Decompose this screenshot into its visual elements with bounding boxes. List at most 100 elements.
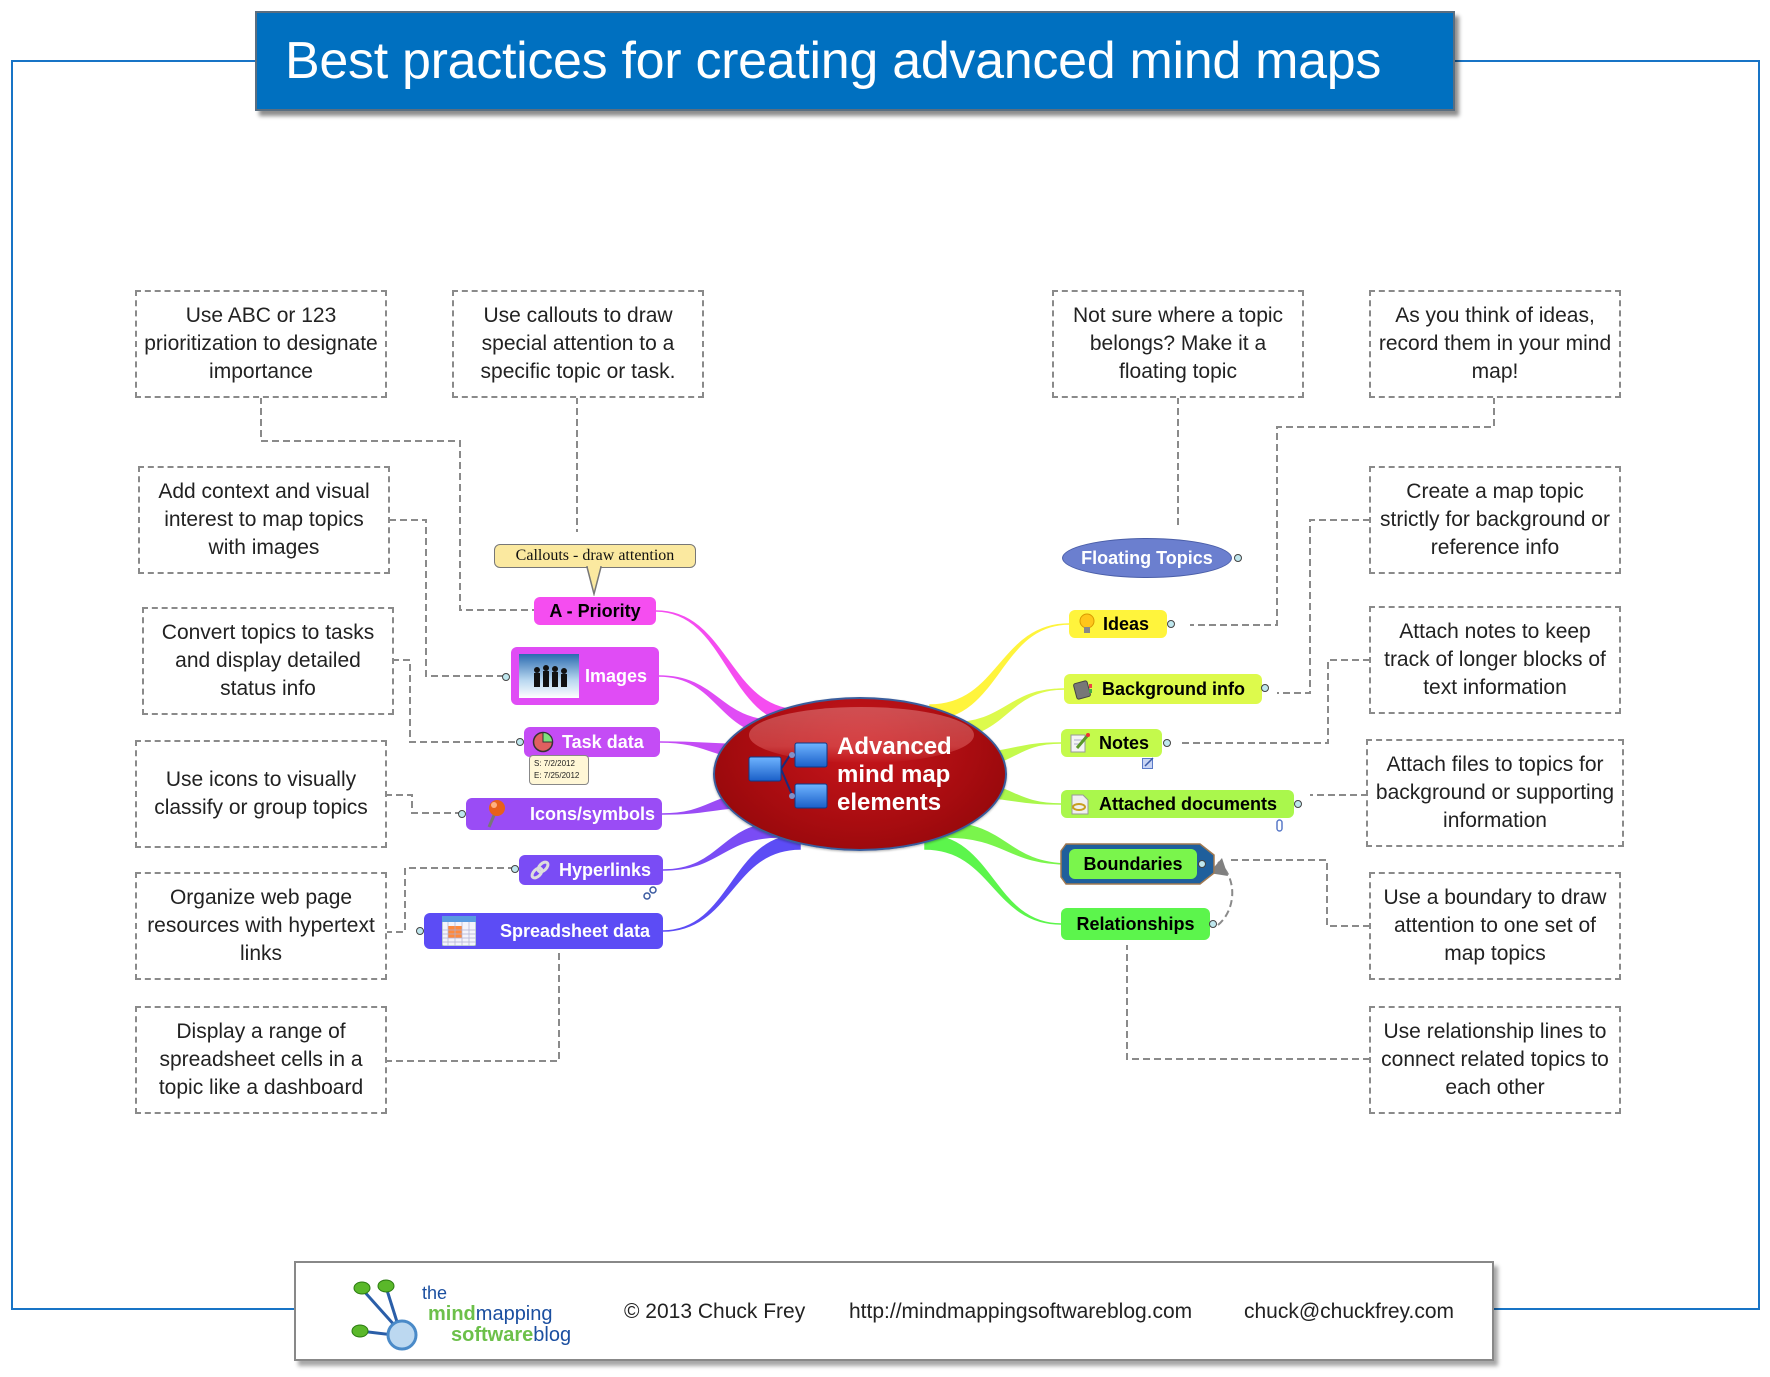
topic-label: Icons/symbols bbox=[530, 803, 656, 824]
branch-ideas bbox=[929, 623, 1070, 720]
hyperlink-indicator-icon[interactable] bbox=[643, 886, 657, 900]
note-icons: Use icons to visually classify or group … bbox=[135, 740, 387, 848]
topic-label: Attached documents bbox=[1099, 793, 1278, 814]
topic-attached[interactable]: Attached documents bbox=[1061, 790, 1294, 818]
collapse-toggle-ideas[interactable] bbox=[1167, 620, 1175, 628]
mind-map-canvas: Best practices for creating advanced min… bbox=[0, 0, 1770, 1377]
central-line: Advanced bbox=[837, 733, 952, 760]
people-image-icon bbox=[519, 654, 579, 698]
connector-images-note bbox=[389, 519, 505, 677]
branch-relationships bbox=[924, 834, 1062, 925]
connector-task-note bbox=[392, 659, 520, 743]
connector-relationships-note bbox=[1126, 945, 1370, 1060]
logo-mind: mind bbox=[428, 1303, 476, 1325]
task-dates-badge: S: 7/2/2012 E: 7/25/2012 bbox=[529, 755, 589, 785]
note-hyperlinks: Organize web page resources with hyperte… bbox=[135, 872, 387, 980]
mind-map-logo-icon bbox=[351, 1279, 418, 1351]
collapse-toggle-images[interactable] bbox=[502, 673, 510, 681]
note-task-data: Convert topics to tasks and display deta… bbox=[142, 607, 394, 715]
note-text: Display a range of spreadsheet cells in … bbox=[158, 1020, 364, 1099]
note-spreadsheet: Display a range of spreadsheet cells in … bbox=[135, 1006, 387, 1114]
footer-banner: the mindmapping softwareblog © 2013 Chuc… bbox=[294, 1261, 1494, 1361]
note-indicator-icon[interactable] bbox=[1142, 757, 1154, 769]
connector-boundaries-note bbox=[1228, 859, 1370, 927]
note-text: Not sure where a topic belongs? Make it … bbox=[1072, 304, 1284, 383]
topic-label: Images bbox=[585, 665, 648, 686]
topic-floating[interactable]: Floating Topics bbox=[1062, 538, 1232, 578]
collapse-toggle-boundaries[interactable] bbox=[1198, 860, 1206, 868]
topic-boundaries[interactable]: Boundaries bbox=[1069, 849, 1197, 879]
topic-task-data[interactable]: Task data bbox=[524, 727, 660, 757]
callout-text: Callouts - draw attention bbox=[515, 547, 675, 564]
topic-notes[interactable]: Notes bbox=[1061, 729, 1162, 757]
topic-label: Relationships bbox=[1076, 913, 1195, 934]
central-topic-text: Advanced mind map elements bbox=[837, 733, 952, 817]
note-text: Convert topics to tasks and display deta… bbox=[161, 621, 375, 700]
topic-label: Notes bbox=[1099, 732, 1150, 753]
note-relationships: Use relationship lines to connect relate… bbox=[1369, 1006, 1621, 1114]
note-attached: Attach files to topics for background or… bbox=[1366, 739, 1624, 847]
logo-software: software bbox=[451, 1324, 534, 1346]
logo-text-line2: mindmapping bbox=[428, 1303, 553, 1326]
collapse-toggle-notes[interactable] bbox=[1163, 739, 1171, 747]
pushpin-icon bbox=[487, 800, 505, 828]
lightbulb-icon bbox=[1079, 613, 1095, 633]
callout-bubble[interactable]: Callouts - draw attention bbox=[494, 544, 696, 568]
collapse-toggle-icons[interactable] bbox=[458, 810, 466, 818]
callout-pointer bbox=[586, 566, 602, 596]
note-ideas: As you think of ideas, record them in yo… bbox=[1369, 290, 1621, 398]
topic-ideas[interactable]: Ideas bbox=[1069, 610, 1167, 638]
chain-link-icon bbox=[530, 860, 550, 880]
logo-text-line3: softwareblog bbox=[451, 1324, 571, 1347]
connector-icons-note bbox=[385, 794, 460, 814]
spreadsheet-icon bbox=[442, 916, 476, 946]
topic-hyperlinks[interactable]: Hyperlinks bbox=[519, 855, 663, 885]
hierarchy-icon bbox=[748, 742, 828, 809]
note-notes: Attach notes to keep track of longer blo… bbox=[1369, 606, 1621, 714]
collapse-toggle-spreadsheet[interactable] bbox=[416, 927, 424, 935]
topic-label: Hyperlinks bbox=[559, 859, 652, 880]
collapse-toggle-background[interactable] bbox=[1261, 684, 1269, 692]
page-title: Best practices for creating advanced min… bbox=[285, 32, 1382, 90]
note-callouts: Use callouts to draw special attention t… bbox=[452, 290, 704, 398]
collapse-toggle-relationships[interactable] bbox=[1209, 920, 1217, 928]
footer-email-link[interactable]: chuck@chuckfrey.com bbox=[1244, 1300, 1454, 1324]
topic-label: Floating Topics bbox=[1081, 547, 1213, 568]
topic-label: Boundaries bbox=[1083, 853, 1183, 874]
note-text: Use icons to visually classify or group … bbox=[154, 768, 368, 819]
progress-pie-icon bbox=[532, 731, 554, 753]
footer-url-link[interactable]: http://mindmappingsoftwareblog.com bbox=[849, 1300, 1192, 1324]
note-background: Create a map topic strictly for backgrou… bbox=[1369, 466, 1621, 574]
note-images: Add context and visual interest to map t… bbox=[138, 466, 390, 574]
topic-label: Background info bbox=[1102, 678, 1245, 699]
topic-background[interactable]: Background info bbox=[1064, 674, 1262, 704]
note-text: Create a map topic strictly for backgrou… bbox=[1380, 480, 1610, 559]
topic-label: Task data bbox=[562, 731, 644, 752]
connector-background-note bbox=[1277, 519, 1370, 694]
logo-text-the: the bbox=[422, 1283, 448, 1303]
topic-label: Ideas bbox=[1103, 613, 1150, 634]
note-text: Attach notes to keep track of longer blo… bbox=[1384, 620, 1606, 699]
book-icon bbox=[1073, 680, 1092, 700]
note-text: Use ABC or 123 prioritization to designa… bbox=[144, 304, 378, 383]
note-text: As you think of ideas, record them in yo… bbox=[1378, 304, 1612, 383]
collapse-toggle-attached[interactable] bbox=[1294, 800, 1302, 808]
connector-spreadsheet-note bbox=[385, 943, 560, 1062]
topic-label: Spreadsheet data bbox=[500, 920, 651, 941]
topic-label: A - Priority bbox=[549, 600, 641, 621]
collapse-toggle-hyperlinks[interactable] bbox=[511, 865, 519, 873]
note-priority: Use ABC or 123 prioritization to designa… bbox=[135, 290, 387, 398]
logo-mapping: mapping bbox=[475, 1303, 553, 1325]
copyright-text: © 2013 Chuck Frey bbox=[624, 1300, 806, 1323]
topic-relationships[interactable]: Relationships bbox=[1061, 908, 1210, 940]
topic-priority[interactable]: A - Priority bbox=[534, 597, 656, 625]
topic-icons[interactable]: Icons/symbols bbox=[466, 798, 662, 830]
collapse-toggle-task-data[interactable] bbox=[516, 738, 524, 746]
collapse-toggle-floating[interactable] bbox=[1234, 554, 1242, 562]
attachment-indicator-icon[interactable] bbox=[1276, 819, 1284, 833]
note-text: Attach files to topics for background or… bbox=[1375, 753, 1615, 832]
central-topic[interactable]: Advanced mind map elements bbox=[713, 697, 1007, 851]
topic-images[interactable]: Images bbox=[511, 647, 659, 705]
note-text: Use callouts to draw special attention t… bbox=[480, 304, 676, 383]
topic-spreadsheet[interactable]: Spreadsheet data bbox=[424, 913, 663, 949]
